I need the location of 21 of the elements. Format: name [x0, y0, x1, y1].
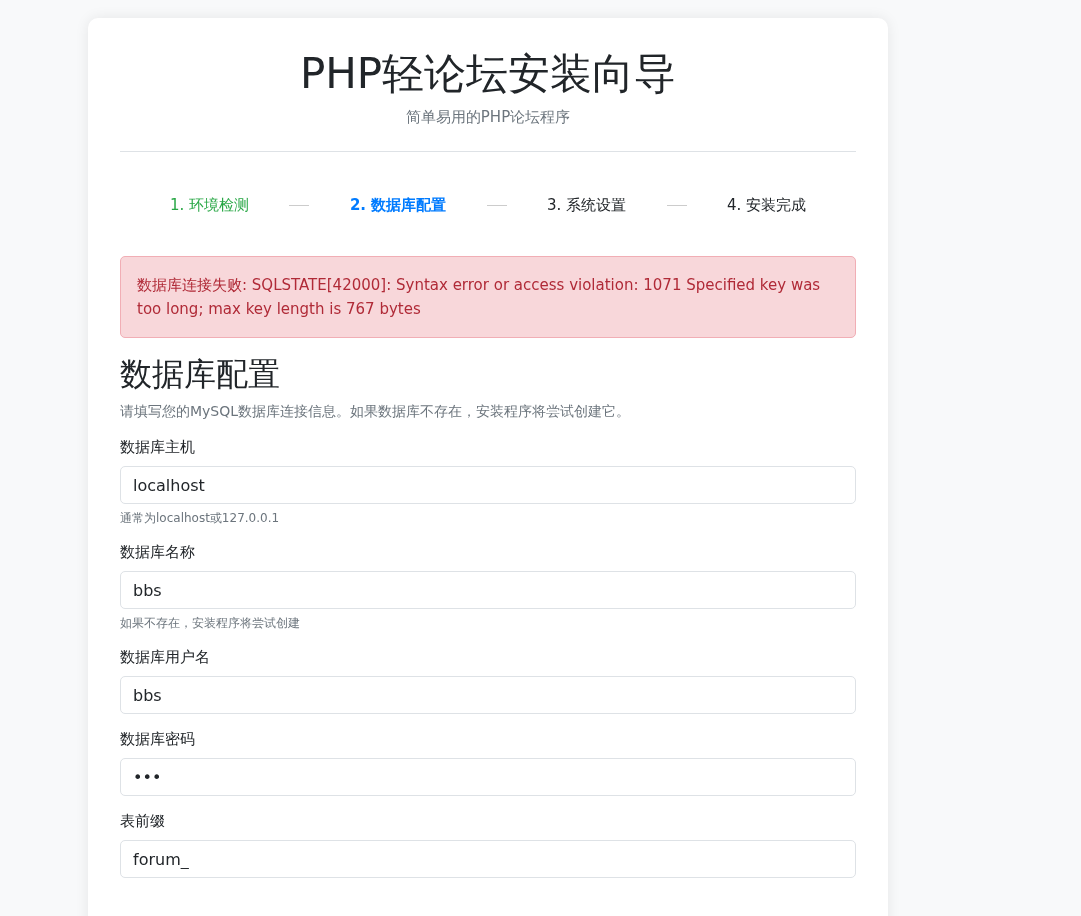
input-field[interactable]: bbs [120, 676, 856, 714]
step-label: 2. 数据库配置 [349, 195, 447, 215]
step-label: 1. 环境检测 [170, 195, 250, 215]
step-label: 3. 系统设置 [547, 195, 627, 215]
field-label: 数据库密码 [120, 729, 196, 750]
field-label: 数据库名称 [120, 542, 196, 563]
input-field[interactable]: forum_ [120, 840, 856, 878]
page-title: PHP轻论坛安装向导 [298, 48, 678, 100]
page-subtitle: 简单易用的PHP论坛程序 [404, 108, 572, 127]
help-text: 如果不存在，安装程序将尝试创建 [120, 615, 301, 632]
step-label: 4. 安装完成 [726, 195, 806, 215]
field-label: 数据库用户名 [120, 647, 211, 668]
section-heading: 数据库配置 [120, 354, 281, 395]
field-label: 数据库主机 [120, 437, 196, 458]
field-label: 表前缀 [120, 811, 166, 832]
input-field[interactable]: bbs [120, 571, 856, 609]
input-field[interactable]: localhost [120, 466, 856, 504]
section-description: 请填写您的MySQL数据库连接信息。如果数据库不存在，安装程序将尝试创建它。 [120, 402, 632, 421]
error-alert: 数据库连接失败: SQLSTATE[42000]: Syntax error or access violation: 1071 Specified key was too long; max key length is 767 bytes [120, 256, 856, 338]
help-text: 通常为localhost或127.0.0.1 [120, 510, 281, 527]
input-field[interactable]: ••• [120, 758, 856, 796]
